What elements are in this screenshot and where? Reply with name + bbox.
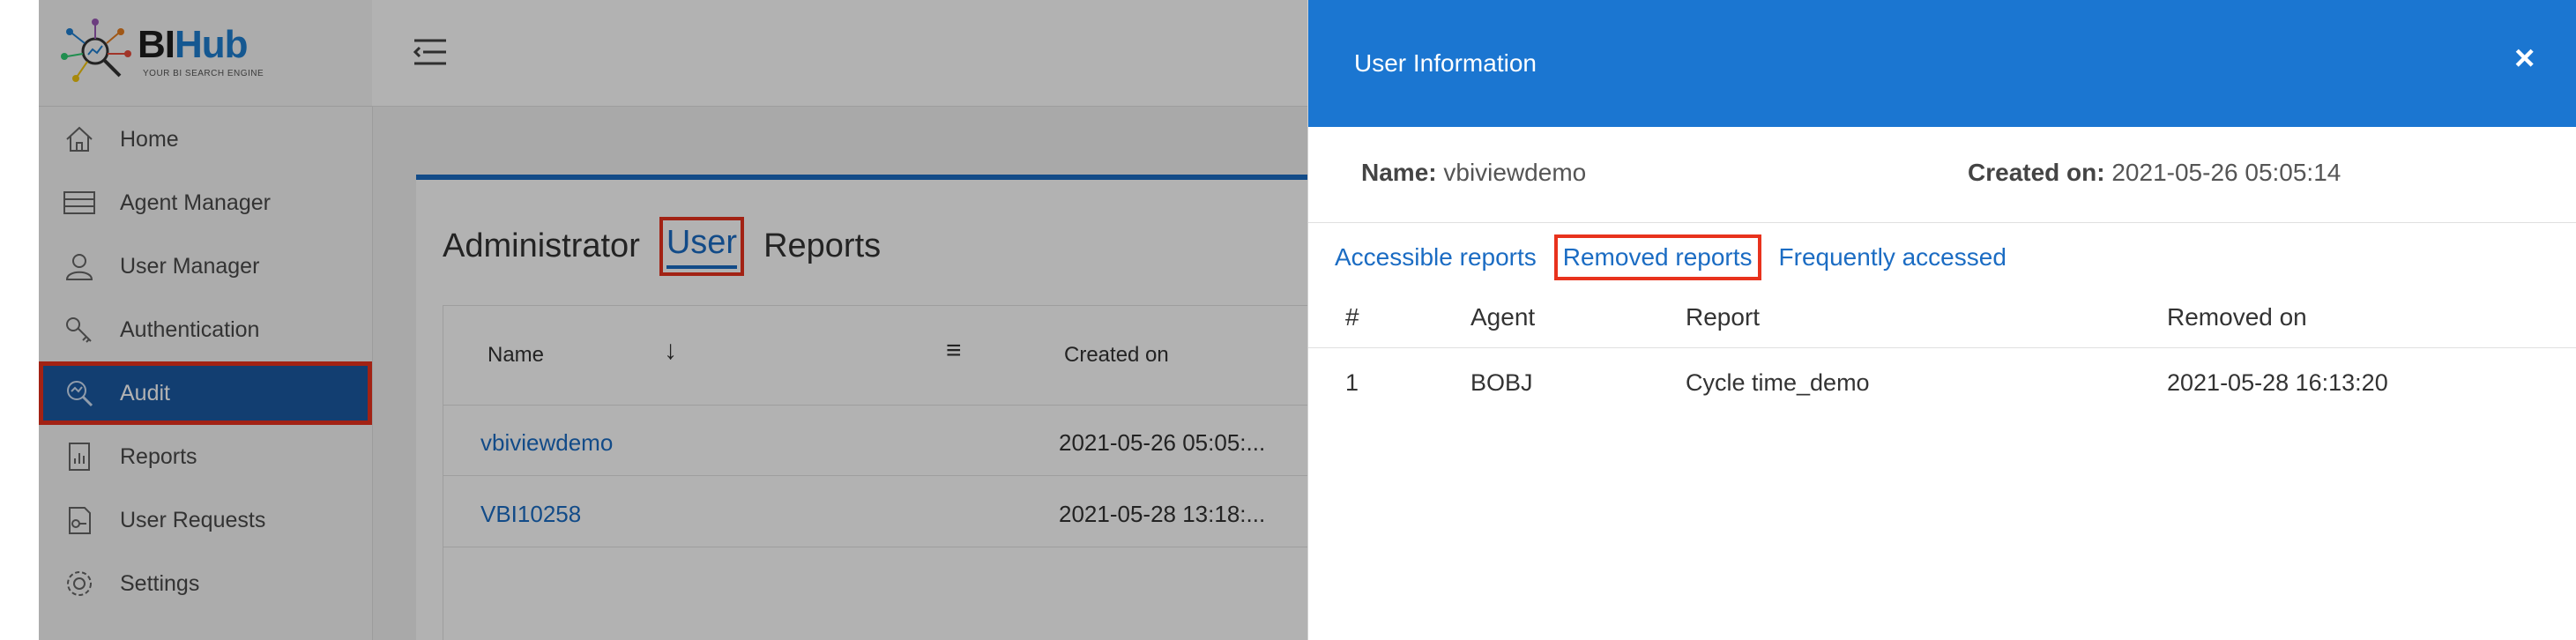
tab-accessible-reports[interactable]: Accessible reports — [1335, 243, 1537, 272]
removed-reports-table: # Agent Report Removed on 1 BOBJ Cycle t… — [1308, 287, 2576, 412]
tab-removed-reports[interactable]: Removed reports — [1553, 234, 1761, 280]
name-field: Name: vbiviewdemo — [1361, 159, 1586, 187]
column-header-removed-on: Removed on — [2167, 303, 2307, 331]
panel-header: User Information × — [1308, 0, 2576, 127]
created-value: 2021-05-26 05:05:14 — [2111, 159, 2341, 186]
row-number: 1 — [1345, 369, 1359, 396]
name-label: Name: — [1361, 159, 1437, 186]
close-icon[interactable]: × — [2514, 39, 2535, 78]
tab-frequently-accessed[interactable]: Frequently accessed — [1779, 243, 2006, 272]
table-header: # Agent Report Removed on — [1308, 287, 2576, 348]
table-row[interactable]: 1 BOBJ Cycle time_demo 2021-05-28 16:13:… — [1308, 348, 2576, 412]
column-header-number: # — [1345, 303, 1359, 331]
column-header-agent: Agent — [1470, 303, 1536, 331]
user-information-panel: User Information × Name: vbiviewdemo Cre… — [1307, 0, 2576, 640]
user-info: Name: vbiviewdemo Created on: 2021-05-26… — [1308, 127, 2576, 223]
name-value: vbiviewdemo — [1443, 159, 1587, 186]
column-header-report: Report — [1686, 303, 1761, 331]
removed-on-cell: 2021-05-28 16:13:20 — [2167, 369, 2388, 396]
panel-title: User Information — [1354, 49, 1537, 77]
created-field: Created on: 2021-05-26 05:05:14 — [1968, 159, 2341, 187]
panel-tabs: Accessible reports Removed reports Frequ… — [1335, 234, 2033, 280]
report-cell: Cycle time_demo — [1686, 369, 1870, 396]
agent-cell: BOBJ — [1470, 369, 1533, 396]
created-label: Created on: — [1968, 159, 2105, 186]
